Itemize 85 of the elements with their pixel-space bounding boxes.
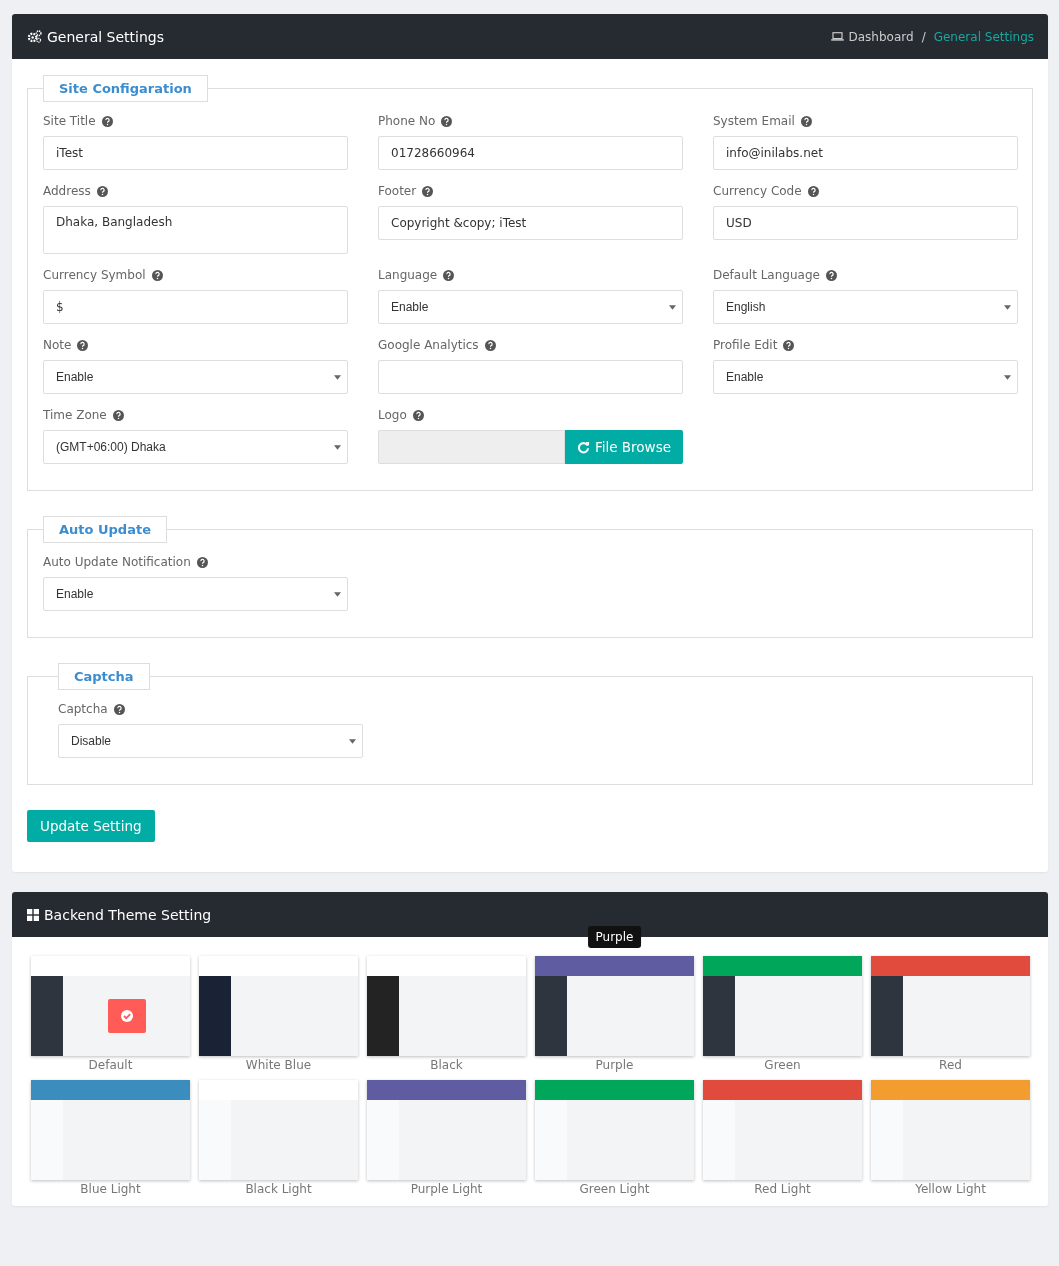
theme-name: Blue Light	[80, 1182, 141, 1196]
theme-name: Purple Light	[410, 1182, 483, 1196]
caret-icon	[349, 738, 356, 744]
tooltip: Purple	[587, 926, 642, 948]
section-legend: Site Configaration	[43, 75, 208, 102]
breadcrumb-separator: /	[921, 29, 926, 44]
text-field[interactable]: info@inilabs.net	[713, 136, 1018, 170]
help-icon	[825, 269, 837, 281]
help-icon	[196, 556, 208, 568]
help-icon	[101, 115, 113, 127]
section-legend: Captcha	[58, 663, 150, 690]
theme-name: White Blue	[245, 1058, 312, 1072]
breadcrumb-link[interactable]: General Settings	[933, 29, 1034, 44]
gears-icon	[27, 30, 42, 43]
theme-name: Yellow Light	[915, 1182, 986, 1196]
select-field[interactable]: Disable	[58, 724, 363, 758]
theme-preview-drawing[interactable]	[31, 956, 190, 1056]
laptop-icon	[830, 32, 844, 41]
select-field[interactable]: Enable	[378, 290, 683, 324]
select-field[interactable]: Enable	[713, 360, 1018, 394]
theme-name: Black	[430, 1058, 463, 1072]
breadcrumb-link[interactable]: Dashboard	[848, 29, 914, 44]
text-field[interactable]: USD	[713, 206, 1018, 240]
select-field[interactable]: English	[713, 290, 1018, 324]
field-label: Address	[43, 184, 91, 198]
theme-name: Red	[939, 1058, 962, 1072]
theme-preview-drawing[interactable]	[871, 956, 1030, 1056]
help-icon	[96, 185, 108, 197]
theme-preview-drawing[interactable]	[367, 956, 526, 1056]
help-icon	[443, 269, 455, 281]
caret-icon	[334, 444, 341, 450]
help-icon	[151, 269, 163, 281]
field-label: Language	[378, 268, 438, 282]
caret-icon	[334, 591, 341, 597]
select-field[interactable]: Enable	[43, 577, 348, 611]
field-label: Captcha	[58, 702, 108, 716]
theme-name: Default	[88, 1058, 133, 1072]
refresh-icon	[576, 440, 590, 454]
section-legend: Auto Update	[43, 516, 167, 543]
text-field[interactable]: Copyright &copy; iTest	[378, 206, 683, 240]
text-field[interactable]: 01728660964	[378, 136, 683, 170]
help-icon	[441, 115, 453, 127]
text-field[interactable]	[378, 360, 683, 394]
textarea-field[interactable]: Dhaka, Bangladesh	[43, 206, 348, 254]
field-label: Profile Edit	[713, 338, 778, 352]
field-label: Currency Code	[713, 184, 802, 198]
theme-name: Green Light	[579, 1182, 650, 1196]
field-label: Auto Update Notification	[43, 555, 191, 569]
field-label: Footer	[378, 184, 417, 198]
panel-title: Backend Theme Setting	[44, 906, 212, 923]
help-icon	[113, 703, 125, 715]
theme-preview-drawing[interactable]	[535, 956, 694, 1056]
help-icon	[800, 115, 812, 127]
theme-name: Green	[764, 1058, 801, 1072]
help-icon	[422, 185, 434, 197]
help-icon	[807, 185, 819, 197]
caret-icon	[1004, 374, 1011, 380]
field-label: Currency Symbol	[43, 268, 146, 282]
field-label: Phone No	[378, 114, 436, 128]
select-field[interactable]: Enable	[43, 360, 348, 394]
caret-icon	[1004, 304, 1011, 310]
field-label: Time Zone	[43, 408, 107, 422]
theme-name: Black Light	[245, 1182, 312, 1196]
caret-icon	[334, 374, 341, 380]
field-label: Logo	[378, 408, 407, 422]
text-field[interactable]: $	[43, 290, 348, 324]
field-label: System Email	[713, 114, 795, 128]
text-field[interactable]: iTest	[43, 136, 348, 170]
theme-preview-drawing[interactable]	[703, 956, 862, 1056]
help-icon	[77, 339, 89, 351]
field-label: Note	[43, 338, 72, 352]
theme-name: Red Light	[754, 1182, 811, 1196]
field-label: Site Title	[43, 114, 96, 128]
theme-preview-drawing[interactable]	[199, 956, 358, 1056]
field-label: Default Language	[713, 268, 820, 282]
theme-name: Purple	[595, 1058, 634, 1072]
caret-icon	[669, 304, 676, 310]
help-icon	[783, 339, 795, 351]
field-label: Google Analytics	[378, 338, 479, 352]
select-field[interactable]: (GMT+06:00) Dhaka	[43, 430, 348, 464]
help-icon	[412, 409, 424, 421]
help-icon	[112, 409, 124, 421]
grid-icon	[27, 908, 39, 921]
help-icon	[484, 339, 496, 351]
panel-title: General Settings	[47, 28, 165, 45]
